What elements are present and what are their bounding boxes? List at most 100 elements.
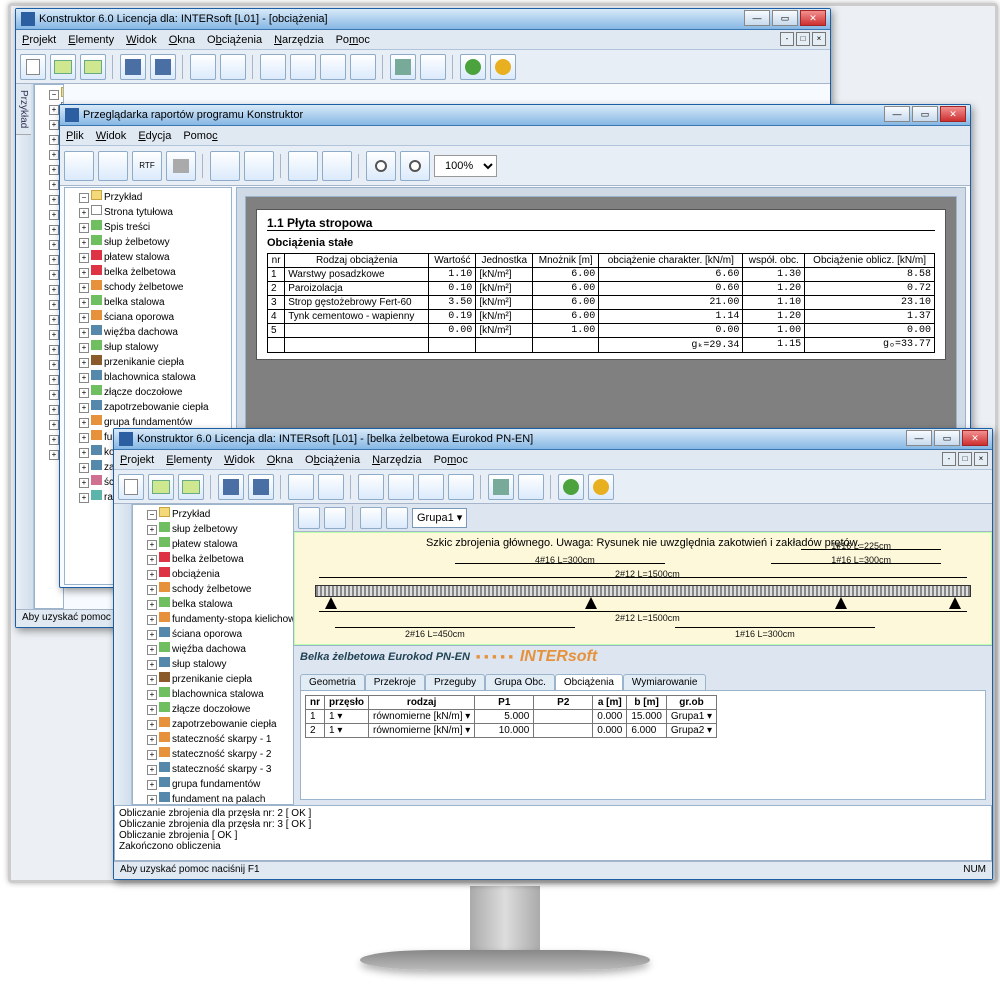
- w2tb-calc[interactable]: [488, 474, 514, 500]
- w2tb-9[interactable]: [388, 474, 414, 500]
- w2tb-6[interactable]: [288, 474, 314, 500]
- tb-b7[interactable]: [420, 54, 446, 80]
- tb-save[interactable]: [80, 54, 106, 80]
- tree-item[interactable]: +fundament na palach: [147, 792, 291, 805]
- tb-b4[interactable]: [290, 54, 316, 80]
- tb-saveas[interactable]: [150, 54, 176, 80]
- close-button[interactable]: ✕: [800, 10, 826, 26]
- w2-menu-elementy[interactable]: Elementy: [166, 454, 212, 466]
- st-1[interactable]: [298, 507, 320, 529]
- tree-item[interactable]: +słup żelbetowy: [147, 522, 291, 537]
- win2-maximize[interactable]: ▭: [934, 430, 960, 446]
- tree-item[interactable]: +Strona tytułowa: [79, 205, 229, 220]
- load-grid[interactable]: nrprzęsłorodzajP1P2a [m]b [m]gr.ob11 ▾ró…: [305, 695, 717, 738]
- vtb-8[interactable]: [322, 151, 352, 181]
- win2-close[interactable]: ✕: [962, 430, 988, 446]
- group-combo[interactable]: Grupa1 ▾: [412, 508, 467, 528]
- cell-p1[interactable]: [479, 711, 529, 722]
- v-menu-pomoc[interactable]: Pomoc: [183, 130, 217, 142]
- viewer-maximize[interactable]: ▭: [912, 106, 938, 122]
- win2-titlebar[interactable]: Konstruktor 6.0 Licencja dla: INTERsoft …: [114, 429, 992, 450]
- viewer-minimize[interactable]: —: [884, 106, 910, 122]
- cell-p1[interactable]: [479, 725, 529, 736]
- menu-obciazenia[interactable]: Obciążenia: [207, 34, 262, 46]
- tb-save2[interactable]: [120, 54, 146, 80]
- win1-titlebar[interactable]: Konstruktor 6.0 Licencja dla: INTERsoft …: [16, 9, 830, 30]
- tree-item[interactable]: +słup stalowy: [147, 657, 291, 672]
- w2-menu-widok[interactable]: Widok: [224, 454, 255, 466]
- menu-pomoc[interactable]: Pomoc: [336, 34, 370, 46]
- tb-warn[interactable]: [490, 54, 516, 80]
- tree-item[interactable]: +Spis treści: [79, 220, 229, 235]
- tree-item[interactable]: −Przykład: [49, 87, 61, 102]
- tb-b6[interactable]: [350, 54, 376, 80]
- cell-p2[interactable]: [538, 725, 588, 736]
- w2-menu-projekt[interactable]: Projekt: [120, 454, 154, 466]
- v-menu-edycja[interactable]: Edycja: [138, 130, 171, 142]
- tree-item[interactable]: +fundamenty-stopa kielichowa: [147, 612, 291, 627]
- tree-item[interactable]: +belka żelbetowa: [147, 552, 291, 567]
- w2-menu-pomoc[interactable]: Pomoc: [434, 454, 468, 466]
- menu-widok[interactable]: Widok: [126, 34, 157, 46]
- cell-p2[interactable]: [538, 711, 588, 722]
- panel-tab[interactable]: Geometria: [300, 674, 365, 690]
- tree-item[interactable]: +złącze doczołowe: [79, 385, 229, 400]
- tree-item[interactable]: +słup stalowy: [79, 340, 229, 355]
- panel-tab[interactable]: Obciążenia: [555, 674, 623, 690]
- w2tb-8[interactable]: [358, 474, 384, 500]
- tree-item[interactable]: +schody żelbetowe: [79, 280, 229, 295]
- tree-item[interactable]: +blachownica stalowa: [147, 687, 291, 702]
- w2tb-10[interactable]: [418, 474, 444, 500]
- tb-open[interactable]: [50, 54, 76, 80]
- menu-okna[interactable]: Okna: [169, 34, 195, 46]
- w2tb-12[interactable]: [518, 474, 544, 500]
- minimize-button[interactable]: —: [744, 10, 770, 26]
- tree-item[interactable]: +belka żelbetowa: [79, 265, 229, 280]
- w2tb-ok[interactable]: [558, 474, 584, 500]
- mdi-min[interactable]: -: [780, 32, 794, 46]
- viewer-titlebar[interactable]: Przeglądarka raportów programu Konstrukt…: [60, 105, 970, 126]
- w2tb-1[interactable]: [118, 474, 144, 500]
- tb-ok[interactable]: [460, 54, 486, 80]
- tree-item[interactable]: +płatew stalowa: [79, 250, 229, 265]
- w2tb-11[interactable]: [448, 474, 474, 500]
- tb-b1[interactable]: [190, 54, 216, 80]
- tree-item[interactable]: +ściana oporowa: [79, 310, 229, 325]
- w2-menu-narzedzia[interactable]: Narzędzia: [372, 454, 422, 466]
- st-3[interactable]: [360, 507, 382, 529]
- tree-item[interactable]: +przenikanie ciepła: [79, 355, 229, 370]
- viewer-close[interactable]: ✕: [940, 106, 966, 122]
- panel-tab[interactable]: Grupa Obc.: [485, 674, 555, 690]
- tree-item[interactable]: +grupa fundamentów: [147, 777, 291, 792]
- menu-elementy[interactable]: Elementy: [68, 34, 114, 46]
- vtb-zoomin[interactable]: [366, 151, 396, 181]
- tb-calc[interactable]: [390, 54, 416, 80]
- tree-item[interactable]: +schody żelbetowe: [147, 582, 291, 597]
- vtb-6[interactable]: [244, 151, 274, 181]
- tb-new[interactable]: [20, 54, 46, 80]
- w2-menu-okna[interactable]: Okna: [267, 454, 293, 466]
- w2tb-3[interactable]: [178, 474, 204, 500]
- tb-b3[interactable]: [260, 54, 286, 80]
- panel-tab[interactable]: Przekroje: [365, 674, 425, 690]
- zoom-select[interactable]: 100%: [434, 155, 497, 177]
- vtb-rtf[interactable]: RTF: [132, 151, 162, 181]
- tree-item[interactable]: +blachownica stalowa: [79, 370, 229, 385]
- win2-tree[interactable]: −Przykład+słup żelbetowy+płatew stalowa+…: [132, 504, 294, 805]
- tree-item[interactable]: +więźba dachowa: [147, 642, 291, 657]
- v-menu-plik[interactable]: Plik: [66, 130, 84, 142]
- w2-mdi-close[interactable]: ×: [974, 452, 988, 466]
- vtb-7[interactable]: [288, 151, 318, 181]
- vtb-5[interactable]: [210, 151, 240, 181]
- tree-item[interactable]: +złącze doczołowe: [147, 702, 291, 717]
- tb-b5[interactable]: [320, 54, 346, 80]
- win2-minimize[interactable]: —: [906, 430, 932, 446]
- panel-tab[interactable]: Przeguby: [425, 674, 485, 690]
- tree-item[interactable]: +przenikanie ciepła: [147, 672, 291, 687]
- tree-item[interactable]: +belka stalowa: [79, 295, 229, 310]
- tree-item[interactable]: +słup żelbetowy: [79, 235, 229, 250]
- tree-item[interactable]: +płatew stalowa: [147, 537, 291, 552]
- menu-projekt[interactable]: Projekt: [22, 34, 56, 46]
- st-4[interactable]: [386, 507, 408, 529]
- menu-narzedzia[interactable]: Narzędzia: [274, 34, 324, 46]
